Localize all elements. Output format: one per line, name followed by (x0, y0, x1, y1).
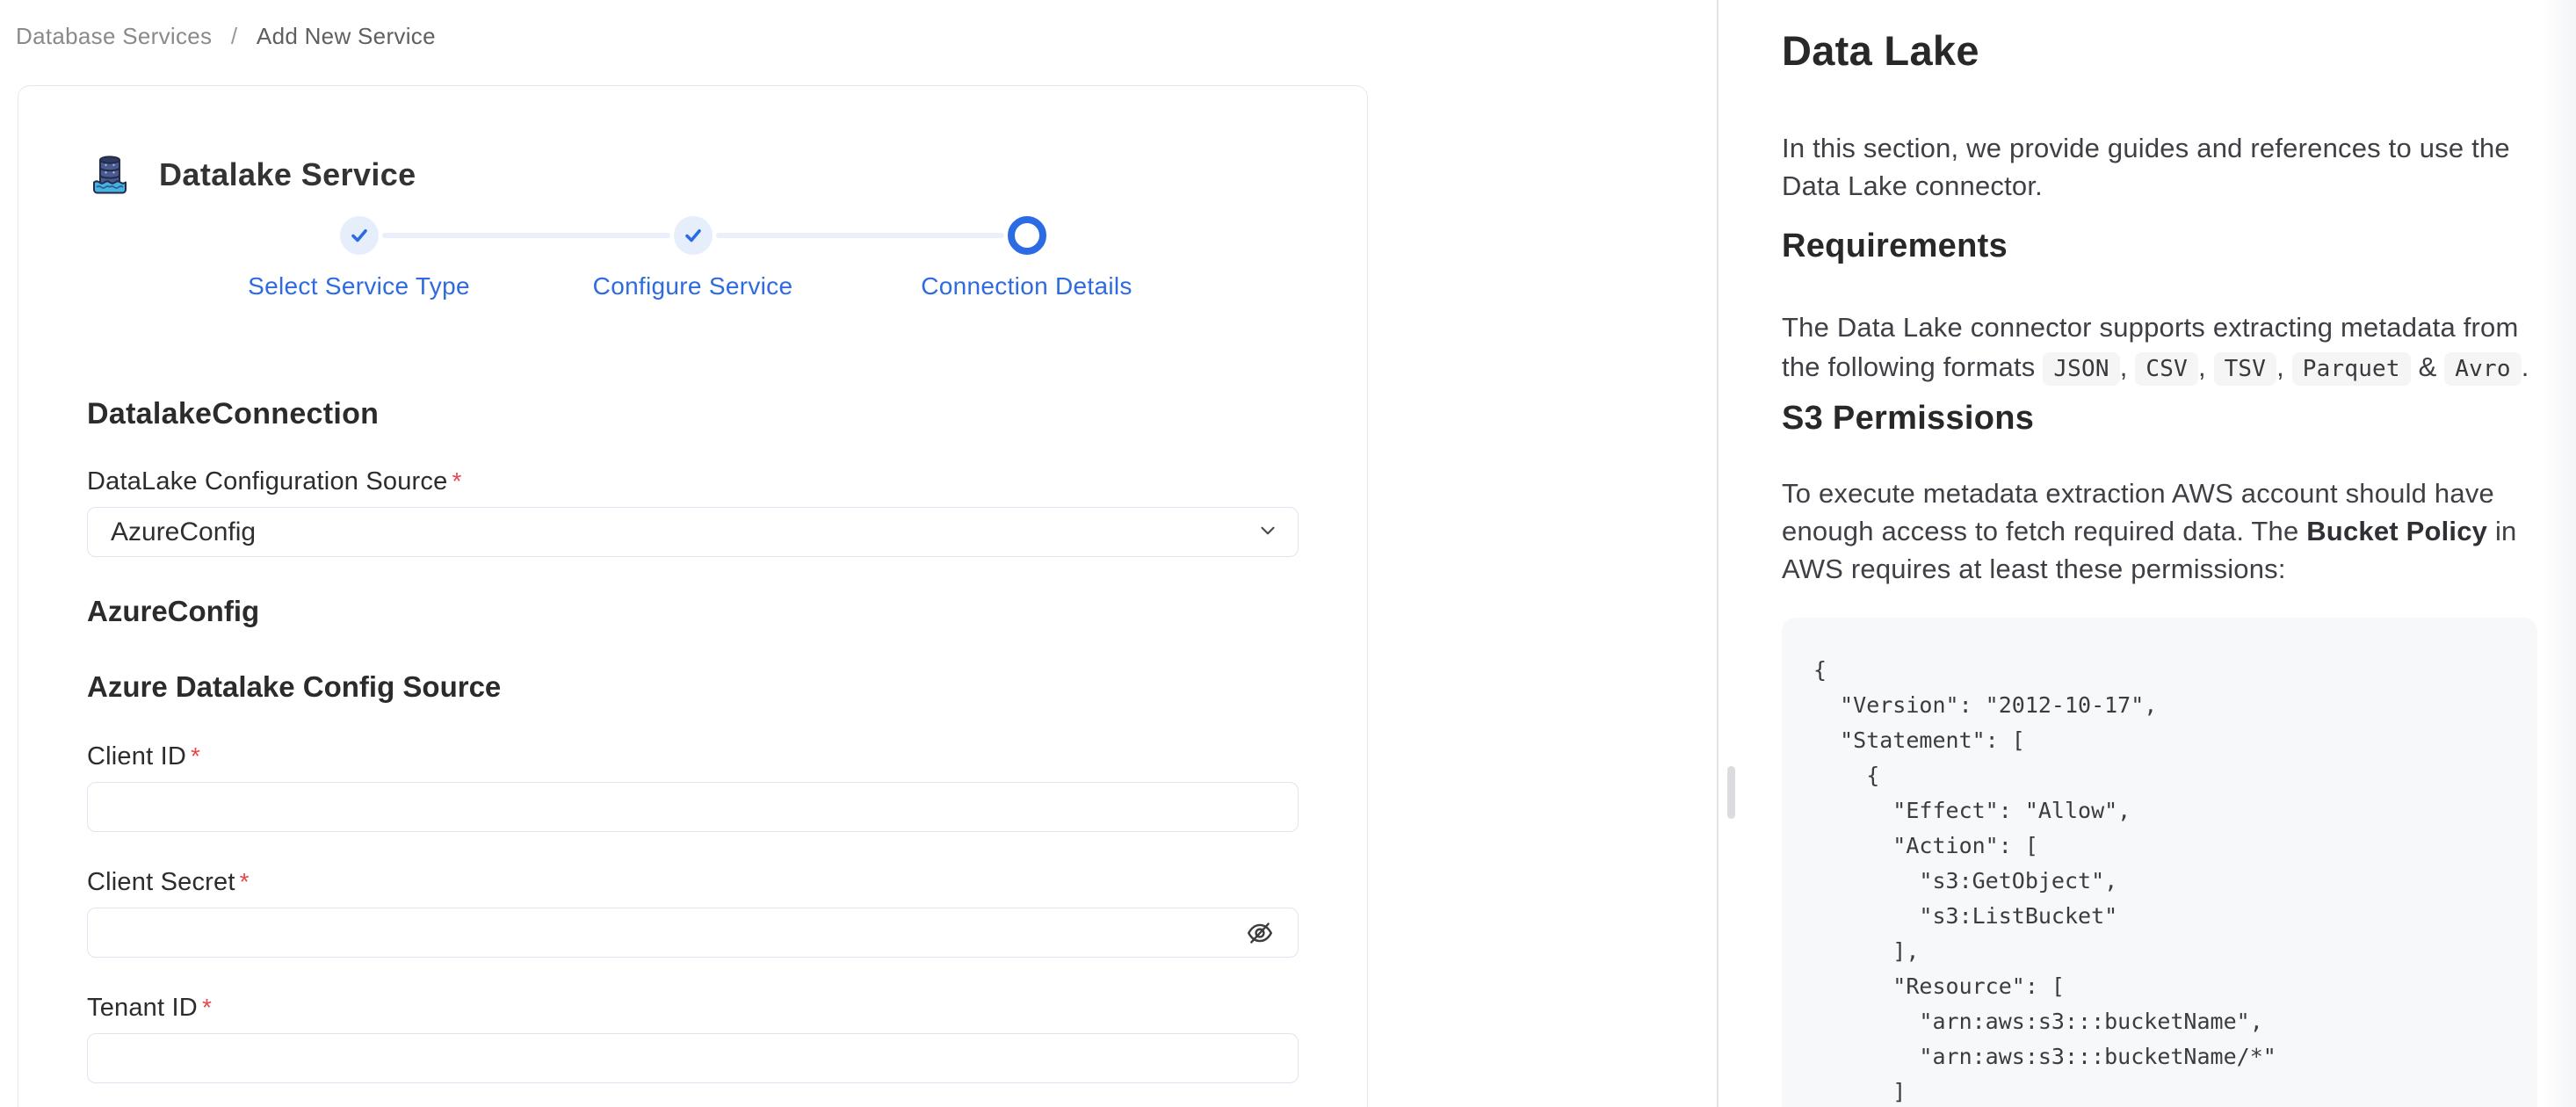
azure-config-heading: AzureConfig (87, 595, 260, 627)
format-chip-tsv: TSV (2213, 352, 2277, 386)
config-source-label: DataLake Configuration Source * (87, 467, 462, 496)
step-label: Select Service Type (248, 272, 470, 300)
step-active-ring-icon (1007, 216, 1046, 255)
eye-invisible-icon[interactable] (1242, 915, 1277, 951)
datalake-service-icon (87, 152, 133, 198)
form-pane: Database Services / Add New Service Data… (0, 0, 1718, 1107)
azure-datalake-config-source-heading: Azure Datalake Config Source (87, 670, 502, 703)
docs-intro-text: In this section, we provide guides and r… (1782, 133, 2510, 201)
form-pane-scrollbar-thumb[interactable] (1727, 766, 1735, 819)
breadcrumb-link-database-services[interactable]: Database Services (16, 23, 212, 49)
add-service-card: Datalake Service Select Service Type Con… (18, 85, 1368, 1107)
client-secret-label: Client Secret * (87, 868, 250, 896)
step-completed-check-icon (673, 216, 713, 255)
tenant-id-input[interactable] (87, 1033, 1299, 1083)
service-header: Datalake Service (87, 152, 1299, 198)
format-chip-avro: Avro (2444, 352, 2522, 386)
required-asterisk: * (201, 994, 213, 1021)
docs-panel: Data Lake In this section, we provide gu… (1782, 0, 2544, 1107)
step-completed-check-icon (339, 216, 379, 255)
pane-resize-divider[interactable] (1717, 0, 1719, 1107)
docs-s3-text: To execute metadata extraction AWS accou… (1782, 478, 2517, 584)
docs-s3-permissions-heading: S3 Permissions (1782, 400, 2035, 437)
docs-title: Data Lake (1782, 27, 1979, 74)
stepper: Select Service Type Configure Service Co… (192, 216, 1194, 322)
step-label: Connection Details (921, 272, 1132, 300)
tenant-id-label: Tenant ID * (87, 994, 213, 1022)
client-secret-input[interactable] (87, 908, 1299, 958)
required-asterisk: * (191, 742, 201, 770)
step-connection-details: Connection Details (860, 216, 1194, 300)
format-chip-csv: CSV (2135, 352, 2198, 386)
add-service-page: Database Services / Add New Service Data… (0, 0, 2576, 1107)
docs-pane-scrollbar-track[interactable] (2543, 0, 2576, 1107)
format-chip-json: JSON (2043, 352, 2120, 386)
step-select-service-type: Select Service Type (192, 216, 526, 300)
bucket-policy-bold: Bucket Policy (2306, 516, 2488, 546)
docs-requirements-text: The Data Lake connector supports extract… (1782, 308, 2544, 389)
required-asterisk: * (239, 868, 250, 895)
datalake-config-source-select[interactable]: AzureConfig (87, 507, 1299, 557)
step-configure-service: Configure Service (526, 216, 860, 300)
breadcrumb: Database Services / Add New Service (16, 23, 436, 50)
client-id-label: Client ID * (87, 742, 201, 771)
docs-requirements-heading: Requirements (1782, 228, 2008, 264)
connection-schema-title: DatalakeConnection (87, 397, 380, 430)
breadcrumb-current-page: Add New Service (256, 23, 436, 49)
required-asterisk: * (452, 467, 462, 495)
breadcrumb-separator: / (230, 23, 238, 49)
step-label: Configure Service (592, 272, 793, 300)
format-chip-parquet: Parquet (2291, 352, 2411, 386)
service-title: Datalake Service (159, 156, 416, 192)
bucket-policy-code-block: { "Version": "2012-10-17", "Statement": … (1782, 618, 2537, 1107)
client-id-input[interactable] (87, 782, 1299, 832)
